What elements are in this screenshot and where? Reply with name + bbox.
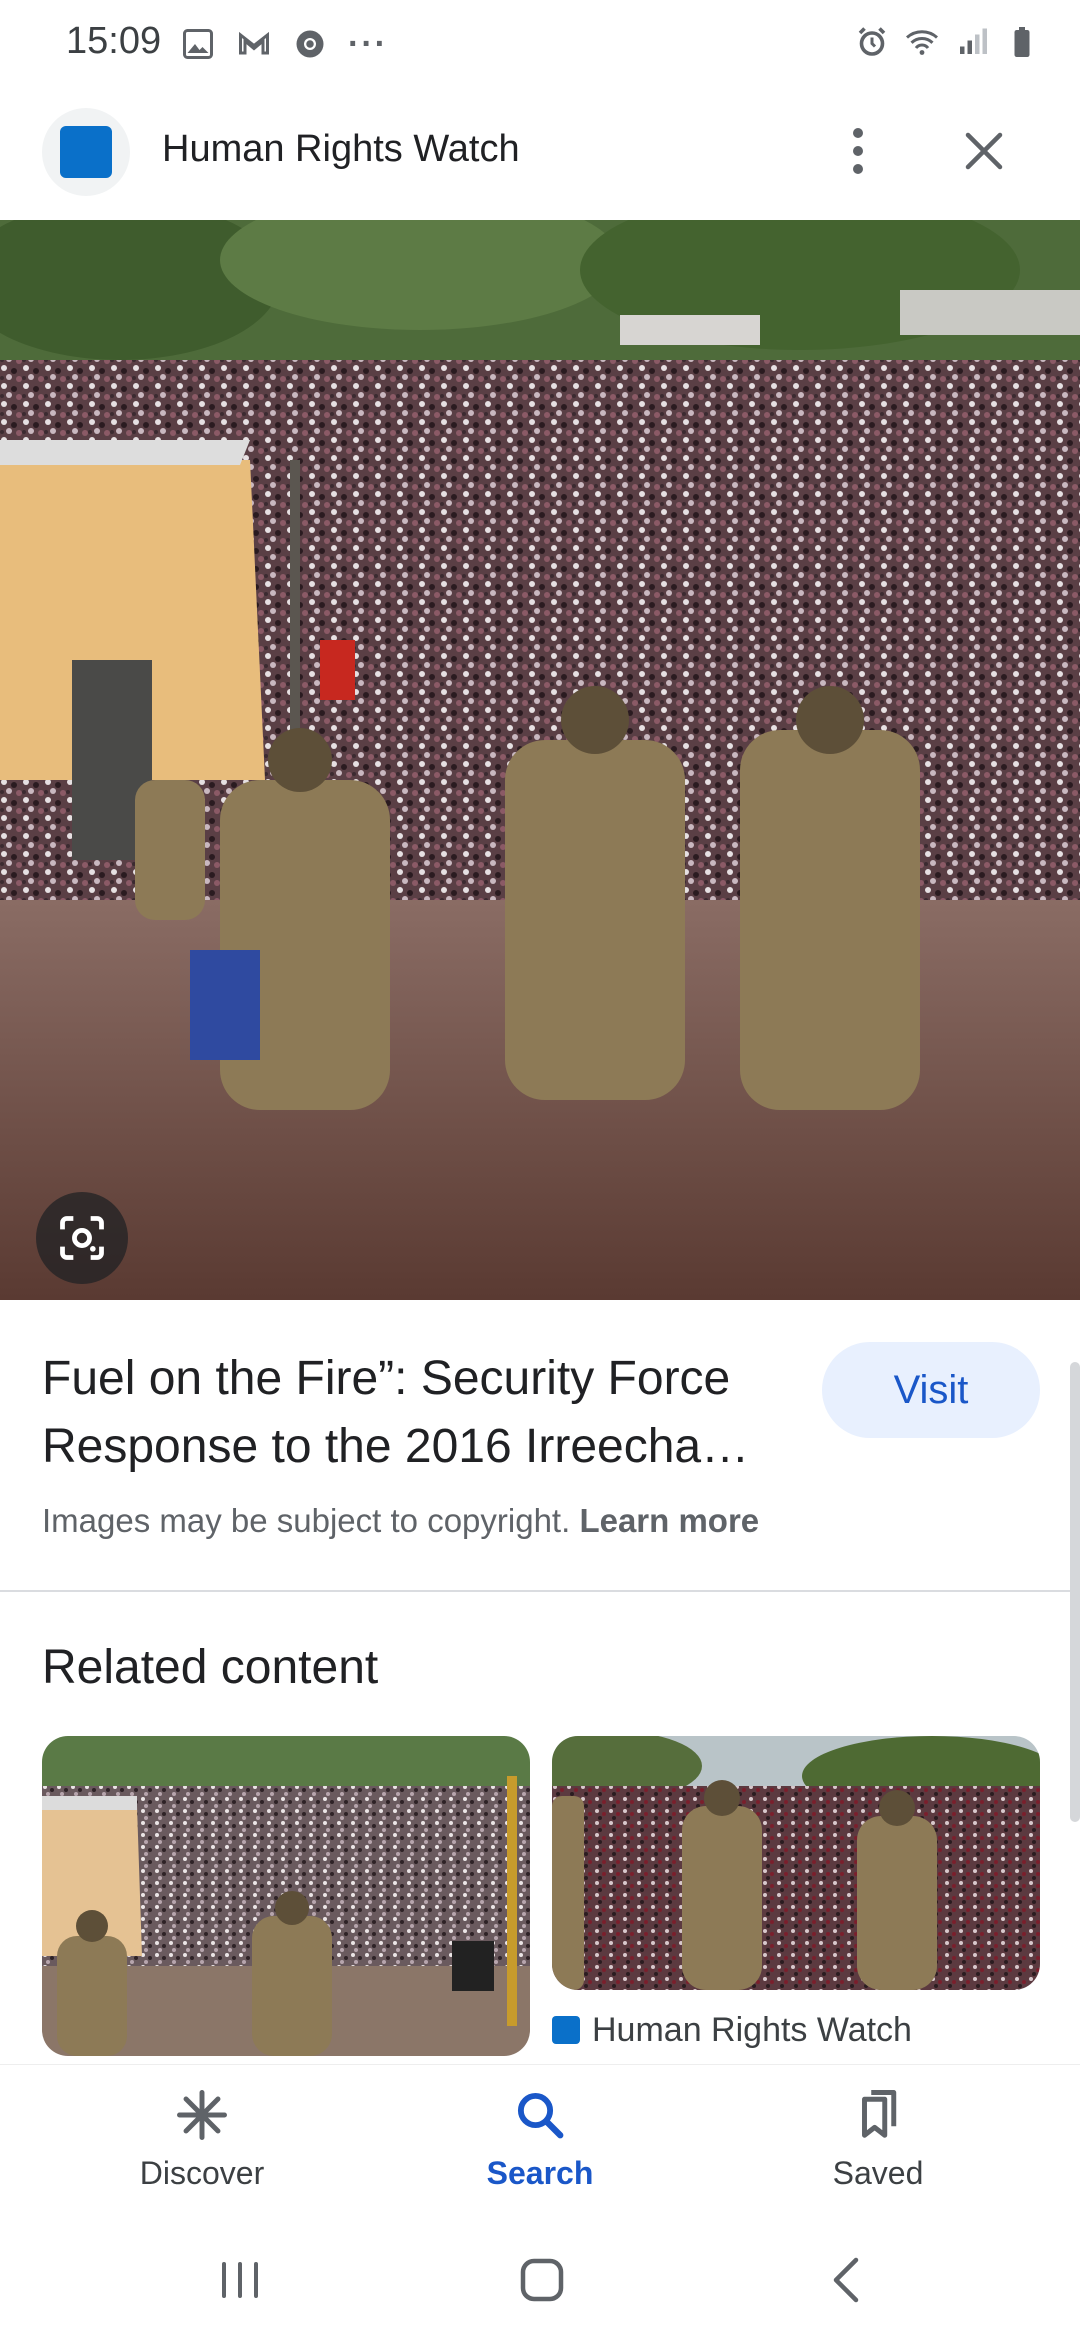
copyright-text: Images may be subject to copyright. — [42, 1502, 580, 1539]
crowd-photo — [0, 220, 1080, 1300]
nav-discover-label: Discover — [139, 2155, 265, 2191]
copyright-notice: Images may be subject to copyright. Lear… — [42, 1502, 759, 1540]
signal-icon — [960, 28, 987, 54]
related-image-card[interactable] — [42, 1736, 530, 2056]
related-source-label: Human Rights Watch — [592, 2010, 912, 2049]
visit-button[interactable]: Visit — [822, 1342, 1040, 1438]
nav-search-label: Search — [486, 2155, 594, 2191]
recent-apps-button[interactable] — [200, 2248, 280, 2312]
page-title: Human Rights Watch — [162, 128, 520, 170]
battery-icon — [1014, 27, 1030, 57]
related-image-card[interactable] — [552, 1736, 1040, 1990]
wifi-icon — [906, 30, 938, 55]
nav-search[interactable]: Search — [430, 2085, 650, 2215]
system-navigation-bar — [0, 2220, 1080, 2340]
gallery-icon — [183, 29, 213, 59]
search-icon — [510, 2085, 570, 2145]
site-favicon — [42, 108, 130, 196]
bookmarks-icon — [848, 2085, 908, 2145]
more-options-button[interactable] — [830, 116, 886, 186]
scrollbar-thumb[interactable] — [1070, 1362, 1080, 1822]
alarm-icon — [858, 27, 886, 56]
recent-apps-icon — [222, 2262, 258, 2298]
home-button[interactable] — [502, 2248, 582, 2312]
close-button[interactable] — [952, 116, 1016, 186]
learn-more-link[interactable]: Learn more — [579, 1502, 759, 1539]
hrw-logo-icon — [60, 126, 112, 178]
related-image-thumbnail — [42, 1736, 530, 2056]
more-vert-icon — [853, 128, 863, 174]
related-content-heading: Related content — [42, 1641, 379, 1694]
section-divider — [0, 1590, 1080, 1592]
status-bar: 15:09 ··· — [0, 0, 1080, 90]
nav-discover[interactable]: Discover — [92, 2085, 312, 2215]
related-image-thumbnail — [552, 1736, 1040, 1990]
status-time: 15:09 — [66, 20, 162, 62]
close-icon — [965, 132, 1003, 170]
google-lens-icon — [60, 1216, 104, 1260]
result-image[interactable] — [0, 220, 1080, 1300]
back-button[interactable] — [806, 2248, 886, 2312]
gmail-icon — [239, 31, 269, 55]
result-title[interactable]: Fuel on the Fire”: Security Force Respon… — [42, 1345, 812, 1481]
hrw-logo-icon — [552, 2016, 580, 2044]
nav-saved[interactable]: Saved — [768, 2085, 988, 2215]
google-lens-button[interactable] — [36, 1192, 128, 1284]
asterisk-icon — [172, 2085, 232, 2145]
notification-icons: ··· — [180, 24, 388, 64]
bottom-navigation: Discover Search Saved — [0, 2064, 1080, 2220]
home-icon — [520, 2258, 564, 2302]
more-notifications-icon: ··· — [348, 24, 388, 63]
back-icon — [833, 2257, 859, 2303]
related-source[interactable]: Human Rights Watch — [552, 2010, 912, 2050]
system-status-icons — [854, 22, 1040, 62]
nav-saved-label: Saved — [832, 2155, 924, 2191]
chrome-icon — [296, 30, 324, 58]
app-header: Human Rights Watch — [0, 90, 1080, 220]
